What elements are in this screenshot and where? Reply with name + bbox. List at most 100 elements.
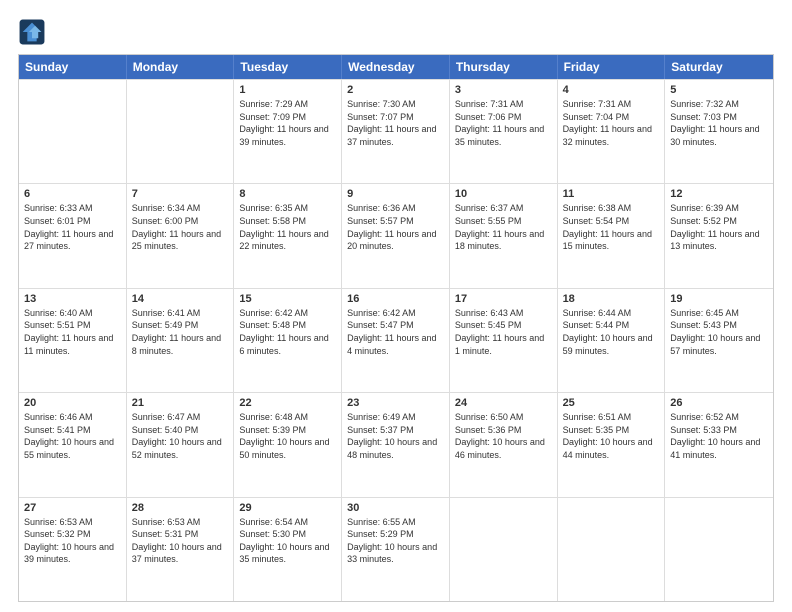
calendar-cell [558, 498, 666, 601]
calendar-row: 13Sunrise: 6:40 AMSunset: 5:51 PMDayligh… [19, 288, 773, 392]
calendar-cell: 29Sunrise: 6:54 AMSunset: 5:30 PMDayligh… [234, 498, 342, 601]
calendar-cell: 17 Sunrise: 6:43 AMSunset: 5:45 PMDayligh… [450, 289, 558, 392]
day-info: Sunrise: 6:34 AMSunset: 6:00 PMDaylight:… [132, 202, 229, 252]
day-number: 5 [670, 84, 768, 96]
day-number: 21 [132, 397, 229, 409]
calendar-cell: 26 Sunrise: 6:52 AMSunset: 5:33 PMDayligh… [665, 393, 773, 496]
day-number: 23 [347, 397, 444, 409]
calendar-row: 1 Sunrise: 7:29 AMSunset: 7:09 PMDaylight… [19, 79, 773, 183]
calendar-cell: 1 Sunrise: 7:29 AMSunset: 7:09 PMDaylight… [234, 80, 342, 183]
day-number: 22 [239, 397, 336, 409]
calendar-cell: 8Sunrise: 6:35 AMSunset: 5:58 PMDaylight… [234, 184, 342, 287]
calendar-cell: 16 Sunrise: 6:42 AMSunset: 5:47 PMDayligh… [342, 289, 450, 392]
calendar-cell: 28 Sunrise: 6:53 AMSunset: 5:31 PMDayligh… [127, 498, 235, 601]
day-info: Sunrise: 6:55 AMSunset: 5:29 PMDaylight:… [347, 516, 444, 566]
calendar-header-cell: Saturday [665, 55, 773, 79]
day-info: Sunrise: 6:52 AMSunset: 5:33 PMDaylight:… [670, 411, 768, 461]
day-info: Sunrise: 7:31 AMSunset: 7:04 PMDaylight:… [563, 98, 660, 148]
day-number: 20 [24, 397, 121, 409]
calendar-cell: 21 Sunrise: 6:47 AMSunset: 5:40 PMDayligh… [127, 393, 235, 496]
day-info: Sunrise: 6:36 AMSunset: 5:57 PMDaylight:… [347, 202, 444, 252]
calendar-cell [450, 498, 558, 601]
calendar-cell: 25Sunrise: 6:51 AMSunset: 5:35 PMDayligh… [558, 393, 666, 496]
calendar-cell: 2 Sunrise: 7:30 AMSunset: 7:07 PMDaylight… [342, 80, 450, 183]
calendar-header-cell: Sunday [19, 55, 127, 79]
day-info: Sunrise: 6:33 AMSunset: 6:01 PMDaylight:… [24, 202, 121, 252]
day-info: Sunrise: 6:51 AMSunset: 5:35 PMDaylight:… [563, 411, 660, 461]
day-info: Sunrise: 7:32 AMSunset: 7:03 PMDaylight:… [670, 98, 768, 148]
calendar-header-cell: Tuesday [234, 55, 342, 79]
day-info: Sunrise: 6:42 AMSunset: 5:48 PMDaylight:… [239, 307, 336, 357]
calendar-header-cell: Wednesday [342, 55, 450, 79]
calendar-cell: 15 Sunrise: 6:42 AMSunset: 5:48 PMDayligh… [234, 289, 342, 392]
day-info: Sunrise: 7:29 AMSunset: 7:09 PMDaylight:… [239, 98, 336, 148]
day-number: 2 [347, 84, 444, 96]
day-number: 6 [24, 188, 121, 200]
calendar-cell: 11Sunrise: 6:38 AMSunset: 5:54 PMDayligh… [558, 184, 666, 287]
day-number: 19 [670, 293, 768, 305]
calendar-cell: 14 Sunrise: 6:41 AMSunset: 5:49 PMDayligh… [127, 289, 235, 392]
calendar: SundayMondayTuesdayWednesdayThursdayFrid… [18, 54, 774, 602]
day-info: Sunrise: 6:44 AMSunset: 5:44 PMDaylight:… [563, 307, 660, 357]
calendar-cell: 24 Sunrise: 6:50 AMSunset: 5:36 PMDayligh… [450, 393, 558, 496]
day-info: Sunrise: 6:53 AMSunset: 5:31 PMDaylight:… [132, 516, 229, 566]
day-number: 30 [347, 502, 444, 514]
calendar-cell: 27 Sunrise: 6:53 AMSunset: 5:32 PMDayligh… [19, 498, 127, 601]
calendar-cell [127, 80, 235, 183]
day-number: 17 [455, 293, 552, 305]
calendar-cell: 23 Sunrise: 6:49 AMSunset: 5:37 PMDayligh… [342, 393, 450, 496]
day-number: 3 [455, 84, 552, 96]
day-info: Sunrise: 6:49 AMSunset: 5:37 PMDaylight:… [347, 411, 444, 461]
day-info: Sunrise: 6:39 AMSunset: 5:52 PMDaylight:… [670, 202, 768, 252]
day-number: 14 [132, 293, 229, 305]
page: SundayMondayTuesdayWednesdayThursdayFrid… [0, 0, 792, 612]
calendar-cell: 4 Sunrise: 7:31 AMSunset: 7:04 PMDaylight… [558, 80, 666, 183]
calendar-header-cell: Friday [558, 55, 666, 79]
day-number: 15 [239, 293, 336, 305]
day-number: 1 [239, 84, 336, 96]
day-number: 7 [132, 188, 229, 200]
day-info: Sunrise: 7:31 AMSunset: 7:06 PMDaylight:… [455, 98, 552, 148]
calendar-cell: 30 Sunrise: 6:55 AMSunset: 5:29 PMDayligh… [342, 498, 450, 601]
calendar-cell: 9 Sunrise: 6:36 AMSunset: 5:57 PMDaylight… [342, 184, 450, 287]
calendar-header-cell: Monday [127, 55, 235, 79]
calendar-body: 1 Sunrise: 7:29 AMSunset: 7:09 PMDaylight… [19, 79, 773, 601]
day-info: Sunrise: 6:35 AMSunset: 5:58 PMDaylight:… [239, 202, 336, 252]
calendar-cell: 18 Sunrise: 6:44 AMSunset: 5:44 PMDayligh… [558, 289, 666, 392]
day-info: Sunrise: 6:45 AMSunset: 5:43 PMDaylight:… [670, 307, 768, 357]
day-info: Sunrise: 7:30 AMSunset: 7:07 PMDaylight:… [347, 98, 444, 148]
calendar-cell: 6 Sunrise: 6:33 AMSunset: 6:01 PMDaylight… [19, 184, 127, 287]
calendar-row: 20 Sunrise: 6:46 AMSunset: 5:41 PMDayligh… [19, 392, 773, 496]
day-info: Sunrise: 6:50 AMSunset: 5:36 PMDaylight:… [455, 411, 552, 461]
day-info: Sunrise: 6:46 AMSunset: 5:41 PMDaylight:… [24, 411, 121, 461]
day-number: 4 [563, 84, 660, 96]
calendar-cell: 19 Sunrise: 6:45 AMSunset: 5:43 PMDayligh… [665, 289, 773, 392]
day-info: Sunrise: 6:43 AMSunset: 5:45 PMDaylight:… [455, 307, 552, 357]
day-number: 10 [455, 188, 552, 200]
calendar-cell: 5 Sunrise: 7:32 AMSunset: 7:03 PMDaylight… [665, 80, 773, 183]
logo [18, 18, 50, 46]
day-number: 26 [670, 397, 768, 409]
day-info: Sunrise: 6:41 AMSunset: 5:49 PMDaylight:… [132, 307, 229, 357]
day-number: 16 [347, 293, 444, 305]
calendar-cell [19, 80, 127, 183]
calendar-header-cell: Thursday [450, 55, 558, 79]
day-info: Sunrise: 6:42 AMSunset: 5:47 PMDaylight:… [347, 307, 444, 357]
day-number: 13 [24, 293, 121, 305]
calendar-cell: 22Sunrise: 6:48 AMSunset: 5:39 PMDayligh… [234, 393, 342, 496]
calendar-cell: 3 Sunrise: 7:31 AMSunset: 7:06 PMDaylight… [450, 80, 558, 183]
day-number: 27 [24, 502, 121, 514]
day-info: Sunrise: 6:53 AMSunset: 5:32 PMDaylight:… [24, 516, 121, 566]
day-number: 9 [347, 188, 444, 200]
calendar-cell: 7 Sunrise: 6:34 AMSunset: 6:00 PMDaylight… [127, 184, 235, 287]
day-number: 24 [455, 397, 552, 409]
day-number: 28 [132, 502, 229, 514]
calendar-cell: 10 Sunrise: 6:37 AMSunset: 5:55 PMDayligh… [450, 184, 558, 287]
calendar-cell: 13Sunrise: 6:40 AMSunset: 5:51 PMDayligh… [19, 289, 127, 392]
day-info: Sunrise: 6:54 AMSunset: 5:30 PMDaylight:… [239, 516, 336, 566]
day-number: 18 [563, 293, 660, 305]
calendar-cell: 20 Sunrise: 6:46 AMSunset: 5:41 PMDayligh… [19, 393, 127, 496]
day-info: Sunrise: 6:37 AMSunset: 5:55 PMDaylight:… [455, 202, 552, 252]
day-info: Sunrise: 6:47 AMSunset: 5:40 PMDaylight:… [132, 411, 229, 461]
logo-icon [18, 18, 46, 46]
